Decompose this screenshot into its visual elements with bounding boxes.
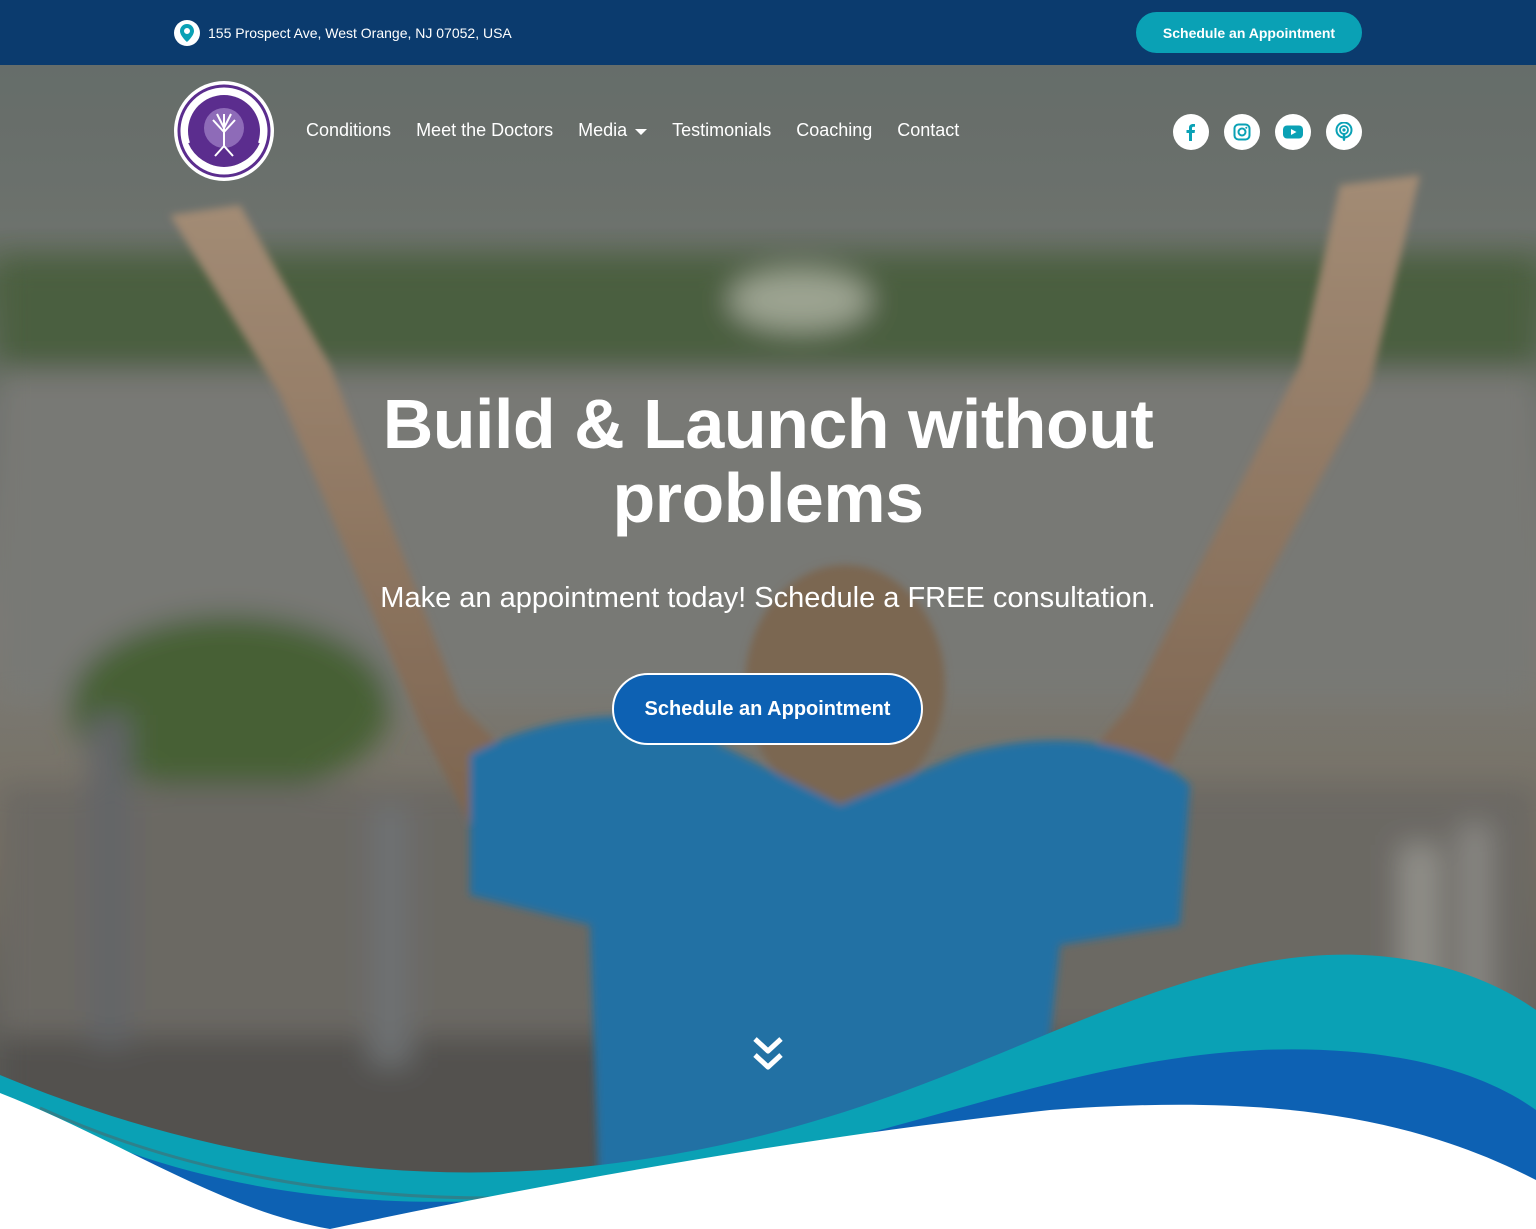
logo[interactable] (174, 81, 274, 181)
hero-section: Conditions Meet the Doctors Media Testim… (0, 65, 1536, 1229)
nav-label: Coaching (796, 120, 873, 140)
instagram-icon (1233, 123, 1251, 141)
podcast-icon (1335, 122, 1353, 141)
nav-item-testimonials[interactable]: Testimonials (672, 120, 771, 141)
nav-item-media[interactable]: Media (578, 120, 648, 141)
address-text: 155 Prospect Ave, West Orange, NJ 07052,… (208, 25, 512, 41)
instagram-link[interactable] (1224, 114, 1260, 150)
podcast-link[interactable] (1326, 114, 1362, 150)
nav-label: Media (578, 120, 628, 140)
nav-item-coaching[interactable]: Coaching (796, 120, 872, 141)
facebook-icon (1186, 124, 1195, 141)
hero-headline-line-1: Build & Launch without (382, 385, 1154, 463)
address: 155 Prospect Ave, West Orange, NJ 07052,… (174, 20, 512, 46)
double-chevron-down-icon[interactable] (752, 1035, 784, 1075)
hero-subheadline: Make an appointment today! Schedule a FR… (380, 582, 1156, 614)
nav-label: Conditions (306, 120, 392, 140)
nav-label: Meet the Doctors (416, 120, 554, 140)
youtube-icon (1283, 125, 1303, 139)
nav-label: Contact (897, 120, 960, 140)
top-bar: 155 Prospect Ave, West Orange, NJ 07052,… (0, 0, 1536, 65)
schedule-appointment-button-top[interactable]: Schedule an Appointment (1136, 12, 1362, 53)
chevron-down-icon (635, 128, 648, 135)
location-pin-icon (174, 20, 200, 46)
facebook-link[interactable] (1173, 114, 1209, 150)
nav-item-meet-the-doctors[interactable]: Meet the Doctors (416, 120, 553, 141)
hero-headline: Build & Launch without problems (268, 387, 1268, 535)
nav-item-conditions[interactable]: Conditions (306, 120, 391, 141)
hero-headline-line-2: problems (612, 459, 924, 537)
schedule-appointment-button-hero[interactable]: Schedule an Appointment (612, 673, 923, 745)
main-nav: Conditions Meet the Doctors Media Testim… (306, 120, 959, 141)
nav-label: Testimonials (672, 120, 772, 140)
youtube-link[interactable] (1275, 114, 1311, 150)
nav-item-contact[interactable]: Contact (897, 120, 959, 141)
logo-tree-icon (177, 84, 271, 178)
social-links (1173, 114, 1362, 150)
